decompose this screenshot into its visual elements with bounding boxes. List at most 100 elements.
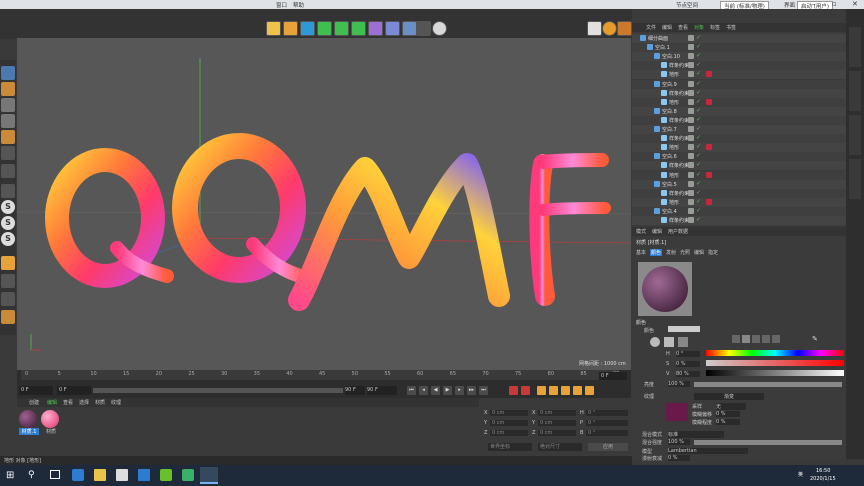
enabled-check-icon[interactable]: ✓ — [696, 161, 701, 168]
enabled-check-icon[interactable]: ✓ — [696, 70, 701, 77]
attr-tab-basic[interactable]: 基本 — [636, 249, 646, 256]
object-row[interactable]: 样条约束 ✓ — [632, 188, 846, 198]
windows-start-icon[interactable]: ⊞ — [6, 470, 17, 481]
side-tab-content[interactable] — [849, 115, 861, 155]
app-c-icon[interactable] — [182, 469, 194, 481]
image-icon[interactable] — [678, 337, 688, 347]
undo-icon[interactable] — [266, 21, 281, 36]
obj-menu-object[interactable]: 对象 — [694, 24, 704, 31]
coord-size-field[interactable]: 0 cm — [538, 430, 576, 436]
enabled-check-icon[interactable]: ✓ — [696, 143, 701, 150]
object-row[interactable]: 地形 ✓ — [632, 197, 846, 207]
snap-icon[interactable] — [1, 164, 15, 178]
coord-rot-field[interactable]: 0 ° — [586, 430, 628, 436]
visibility-toggle[interactable] — [688, 35, 694, 41]
visibility-toggle[interactable] — [688, 144, 694, 151]
object-row[interactable]: 样条约束 ✓ — [632, 61, 846, 71]
start-frame-field[interactable]: 0 F — [57, 386, 91, 395]
letter-m[interactable] — [288, 153, 510, 311]
keyframe-button[interactable] — [537, 386, 546, 395]
autokey-button[interactable] — [521, 386, 530, 395]
mix-mode-select[interactable]: 标准 — [668, 431, 724, 438]
material-swatch-1[interactable]: 材质.1 — [19, 410, 39, 436]
object-row[interactable]: 空白.5 ✓ — [632, 179, 846, 189]
attr-tab-assign[interactable]: 指定 — [708, 249, 718, 256]
blur-offset-value[interactable]: 0 % — [716, 411, 740, 417]
store-icon[interactable] — [116, 469, 128, 481]
obj-menu-edit[interactable]: 编辑 — [662, 24, 672, 31]
visibility-toggle[interactable] — [688, 98, 694, 105]
go-end-button[interactable]: ⏭ — [479, 386, 488, 395]
record-button[interactable] — [509, 386, 518, 395]
attr-menu-edit[interactable]: 编辑 — [652, 228, 662, 235]
ime-indicator[interactable]: 英 — [798, 471, 803, 478]
enabled-check-icon[interactable]: ✓ — [696, 152, 701, 159]
mat-tab-texture[interactable]: 纹理 — [111, 399, 121, 406]
visibility-toggle[interactable] — [688, 107, 694, 114]
material-tag-icon[interactable] — [706, 171, 712, 178]
object-row[interactable]: 地形 ✓ — [632, 70, 846, 80]
coord-size-field[interactable]: 0 cm — [538, 410, 576, 416]
end-frame-field[interactable]: 90 F — [345, 386, 365, 395]
enabled-check-icon[interactable]: ✓ — [696, 216, 701, 223]
enabled-check-icon[interactable]: ✓ — [696, 171, 701, 178]
attr-tab-color[interactable]: 颜色 — [650, 249, 663, 256]
object-row[interactable]: 地形 ✓ — [632, 97, 846, 107]
mat-tab-edit[interactable]: 编辑 — [47, 399, 57, 406]
letter-f[interactable] — [529, 153, 611, 306]
s-icon-2[interactable]: S — [1, 216, 15, 230]
texture-select[interactable]: 渐变 — [694, 393, 764, 400]
object-row[interactable]: 样条约束 ✓ — [632, 161, 846, 171]
param-key-button[interactable] — [585, 386, 594, 395]
spline-icon[interactable] — [317, 21, 332, 36]
hue-slider[interactable] — [706, 350, 844, 356]
timeline-ruler[interactable]: 051015202530354045505560657075808590 — [21, 370, 619, 380]
move-key-button[interactable] — [549, 386, 558, 395]
mix-strength-value[interactable]: 100 % — [668, 439, 690, 445]
visibility-toggle[interactable] — [688, 180, 694, 187]
s-value[interactable]: 0 % — [676, 361, 700, 367]
cinema4d-task-icon[interactable] — [200, 467, 218, 484]
enabled-check-icon[interactable]: ✓ — [696, 80, 701, 87]
coord-rot-field[interactable]: 0 ° — [586, 410, 628, 416]
mix-strength-slider[interactable] — [694, 440, 842, 445]
letter-q2[interactable] — [172, 133, 314, 285]
go-start-button[interactable]: ⏮ — [407, 386, 416, 395]
object-row[interactable]: 空白.7 ✓ — [632, 125, 846, 134]
enabled-check-icon[interactable]: ✓ — [696, 98, 701, 105]
v-value[interactable]: 80 % — [676, 371, 700, 377]
sphere-icon[interactable] — [300, 21, 315, 36]
rotate-key-button[interactable] — [561, 386, 570, 395]
axis-icon[interactable] — [1, 146, 15, 160]
object-row[interactable]: 地形 ✓ — [632, 143, 846, 153]
enabled-check-icon[interactable]: ✓ — [696, 61, 701, 68]
play-button[interactable]: ▶ — [443, 386, 452, 395]
coord-pos-field[interactable]: 0 cm — [490, 420, 528, 426]
close-icon[interactable]: ✕ — [852, 0, 858, 8]
deformer-icon[interactable] — [368, 21, 383, 36]
field-icon[interactable] — [385, 21, 400, 36]
mat-tab-create[interactable]: 创建 — [29, 399, 39, 406]
h-value[interactable]: 0 ° — [676, 351, 700, 357]
workplane-icon[interactable] — [1, 292, 15, 306]
right-frame-field[interactable]: 0 F — [599, 372, 627, 380]
side-tab-takes[interactable] — [849, 71, 861, 111]
s-icon-3[interactable]: S — [1, 232, 15, 246]
enabled-check-icon[interactable]: ✓ — [696, 116, 701, 123]
prev-frame-button[interactable]: ◀ — [431, 386, 440, 395]
mat-tab-select[interactable]: 选择 — [79, 399, 89, 406]
s-plugin-icon[interactable] — [602, 21, 617, 36]
size-mode-select[interactable]: 绝对尺寸 — [538, 443, 582, 451]
frame-range-bar[interactable] — [93, 388, 343, 393]
visibility-toggle[interactable] — [688, 207, 694, 214]
material-tag-icon[interactable] — [706, 71, 712, 78]
visibility-toggle[interactable] — [688, 171, 694, 178]
spectrum-icon[interactable] — [664, 337, 674, 347]
enabled-check-icon[interactable]: ✓ — [696, 198, 701, 205]
task-view-icon[interactable] — [50, 470, 60, 479]
points-mode-icon[interactable] — [1, 98, 15, 112]
model-mode-icon[interactable] — [1, 66, 15, 80]
object-row[interactable]: 样条约束 ✓ — [632, 115, 846, 125]
texture-mode-icon[interactable] — [1, 82, 15, 96]
coord-rot-field[interactable]: 0 ° — [586, 420, 628, 426]
